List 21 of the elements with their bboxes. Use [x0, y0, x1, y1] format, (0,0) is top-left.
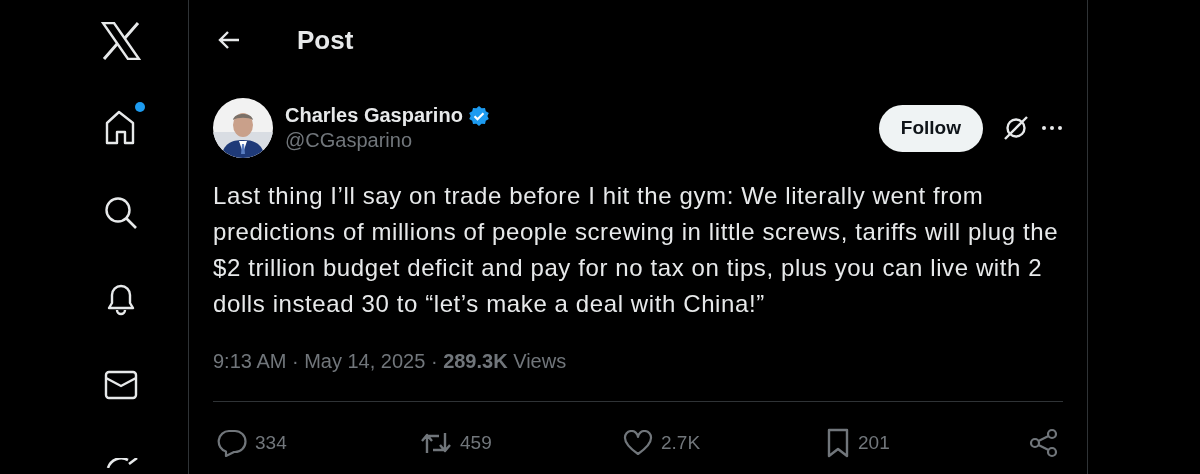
- post-metadata: 9:13 AM · May 14, 2025 · 289.3K Views: [213, 350, 568, 373]
- action-count: 201: [858, 432, 890, 454]
- search-icon[interactable]: [104, 196, 138, 230]
- mail-icon[interactable]: [104, 369, 138, 401]
- follow-button[interactable]: Follow: [878, 104, 983, 152]
- page-title: Post: [297, 24, 354, 56]
- repost-icon[interactable]: [420, 431, 452, 455]
- x-logo-icon[interactable]: [101, 22, 141, 60]
- post-text: Last thing I’ll say on trade before I hit the gym: We literally went from predictions of millions of people screwing in little screws, tariffs will plug the $2 trillion budget deficit and pay for no tax on tips, plus you can live with 2 dolls instead 30 to “let’s make a deal with China!”: [213, 181, 1060, 319]
- action-count: 334: [255, 432, 287, 454]
- author-name[interactable]: Charles Gasparino: [285, 104, 463, 127]
- share-icon[interactable]: [1029, 428, 1059, 458]
- speech-bubble-icon[interactable]: [217, 429, 247, 457]
- more-icon[interactable]: [1041, 125, 1063, 131]
- bookmark-icon[interactable]: [826, 428, 850, 458]
- avatar[interactable]: [213, 98, 273, 158]
- heart-icon[interactable]: [623, 430, 653, 456]
- author-handle[interactable]: @CGasparino: [285, 129, 490, 152]
- back-arrow-icon[interactable]: [217, 30, 241, 50]
- action-count: 459: [460, 432, 492, 454]
- action-count: 2.7K: [661, 432, 701, 454]
